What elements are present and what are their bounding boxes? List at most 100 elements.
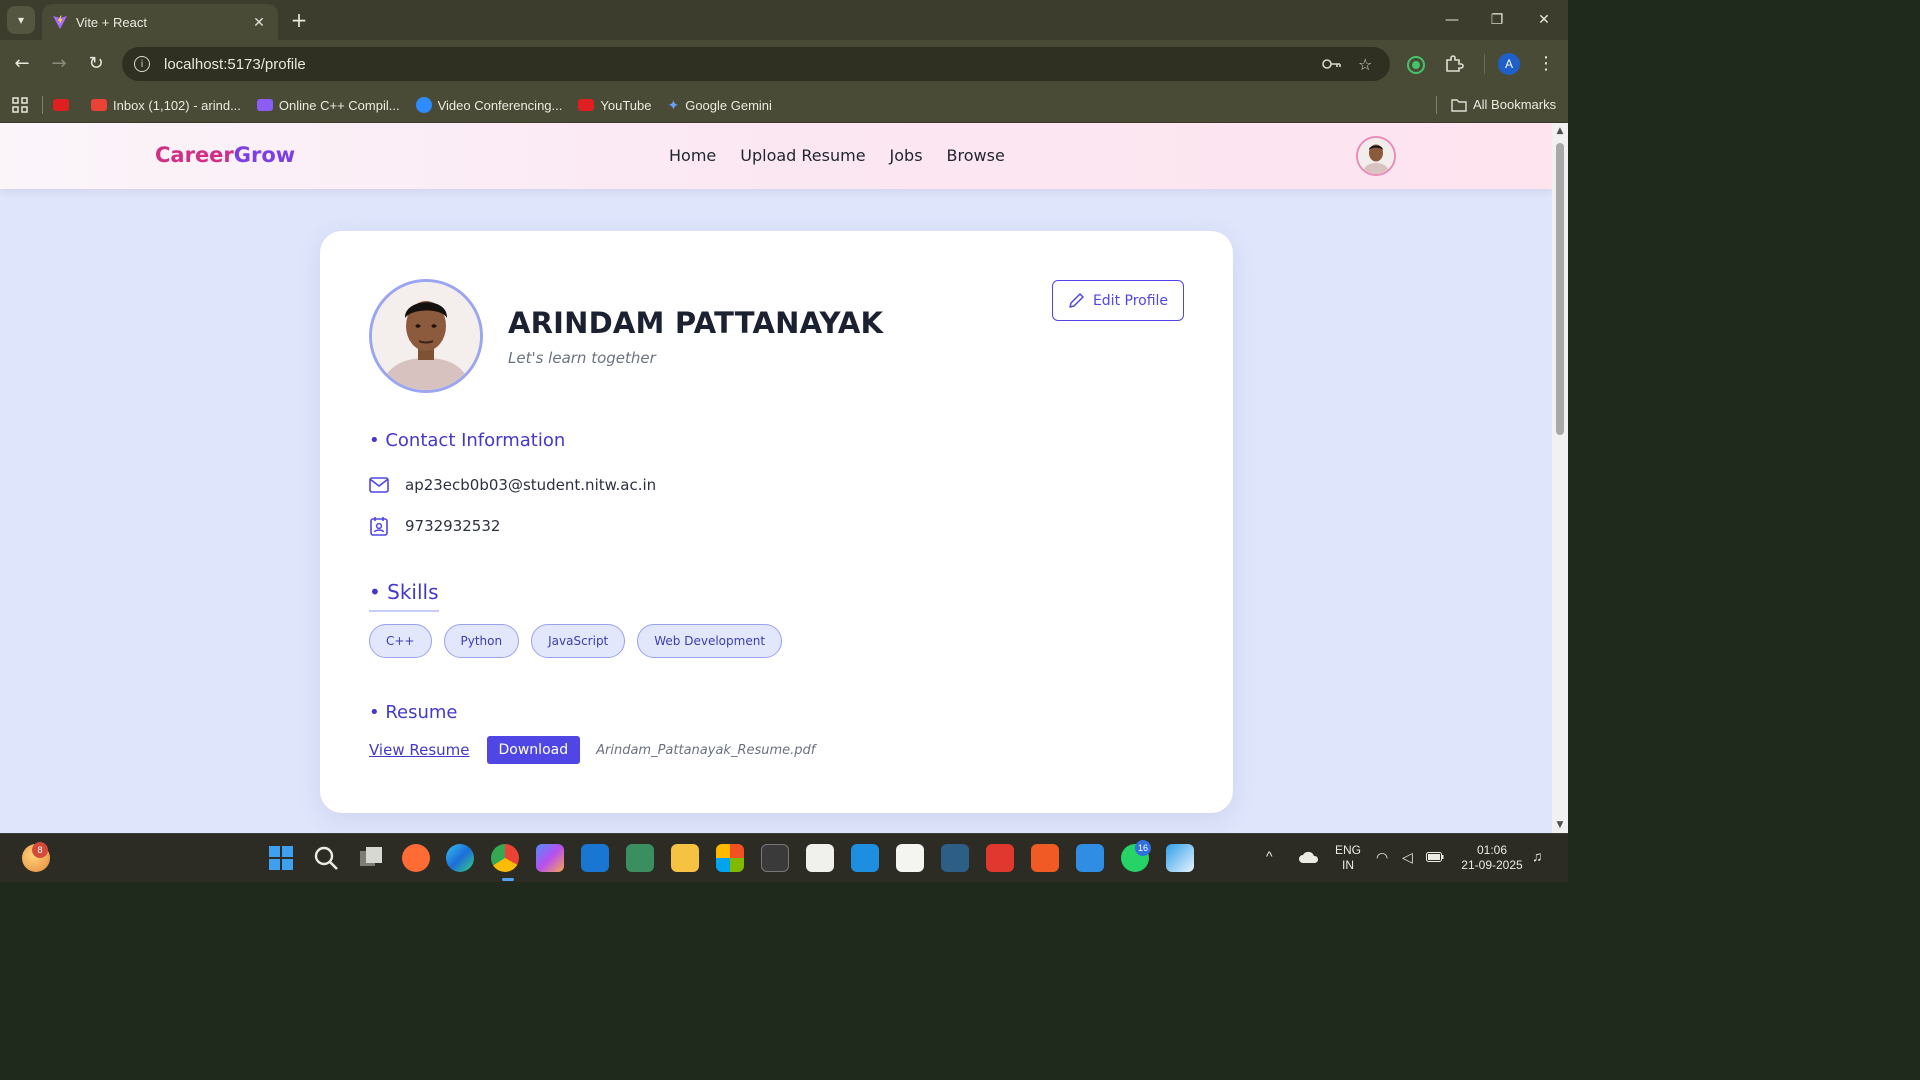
forward-arrow-icon[interactable]: →	[47, 52, 71, 76]
user-avatar[interactable]	[1356, 136, 1396, 176]
bookmark-label: Google Gemini	[685, 97, 772, 113]
youtube-icon	[578, 99, 595, 111]
youtube-icon	[53, 99, 69, 111]
clock[interactable]: 01:06 21-09-2025	[1456, 843, 1528, 873]
scroll-down-icon[interactable]: ▼	[1555, 820, 1565, 830]
nav-browse[interactable]: Browse	[947, 146, 1005, 165]
address-bar[interactable]: i localhost:5173/profile ☆	[122, 47, 1390, 81]
compiler-icon	[256, 99, 273, 111]
profile-card: ARINDAM PATTANAYAK Let's learn together …	[320, 231, 1233, 813]
more-menu-icon[interactable]: ⋮	[1534, 52, 1558, 76]
outlook-icon[interactable]	[581, 844, 609, 872]
page-scrollbar[interactable]: ▲ ▼	[1552, 123, 1568, 833]
app-icon-green[interactable]	[626, 844, 654, 872]
brand-part-grow: Grow	[233, 143, 296, 167]
bookmark-label: Video Conferencing...	[437, 97, 563, 113]
contact-card-icon	[369, 516, 389, 536]
gmail-icon	[91, 99, 107, 111]
apps-grid-icon[interactable]	[12, 97, 28, 113]
onedrive-cloud-icon[interactable]	[1298, 850, 1320, 864]
volume-icon[interactable]: ◁	[1402, 850, 1413, 865]
copilot-icon[interactable]	[536, 844, 564, 872]
browser-tab[interactable]: Vite + React ✕	[42, 4, 278, 40]
zoom-icon	[415, 97, 432, 113]
photos-icon[interactable]	[1166, 844, 1194, 872]
nav-upload-resume[interactable]: Upload Resume	[740, 146, 865, 165]
scroll-thumb[interactable]	[1556, 143, 1564, 435]
terminal-icon[interactable]	[761, 844, 789, 872]
restore-icon[interactable]: ❐	[1485, 8, 1509, 32]
brave-icon[interactable]	[1031, 844, 1059, 872]
skills-list: C++ Python JavaScript Web Development	[369, 624, 794, 658]
bookmark-zoom[interactable]: Video Conferencing...	[415, 97, 563, 113]
app-icon-red[interactable]	[986, 844, 1014, 872]
app-icon-orange[interactable]	[402, 844, 430, 872]
bookmark-gmail[interactable]: Inbox (1,102) - arind...	[91, 98, 241, 113]
phone-value: 9732932532	[405, 517, 501, 535]
edit-profile-button[interactable]: Edit Profile	[1052, 280, 1184, 321]
download-button[interactable]: Download	[486, 736, 581, 764]
phone-row: 9732932532	[369, 516, 500, 536]
active-app-indicator	[502, 878, 514, 881]
browser-toolbar: ← → ↻ i localhost:5173/profile ☆ A ⋮	[0, 40, 1568, 88]
page-viewport: CareerGrow Home Upload Resume Jobs Brows…	[0, 123, 1552, 833]
window-close-icon[interactable]: ✕	[1532, 8, 1556, 32]
contact-section-title: • Contact Information	[369, 430, 566, 451]
bookmark-youtube-shortcut[interactable]	[53, 99, 75, 111]
battery-icon[interactable]	[1426, 852, 1444, 862]
profile-avatar	[369, 279, 483, 393]
bookmark-online-compiler[interactable]: Online C++ Compil...	[256, 98, 400, 113]
reload-icon[interactable]: ↻	[84, 52, 108, 76]
extension-circle-icon[interactable]	[1406, 55, 1426, 75]
task-view-icon[interactable]	[357, 844, 385, 872]
notification-bell-icon[interactable]: ♫	[1532, 849, 1543, 864]
profile-avatar-button[interactable]: A	[1498, 53, 1520, 75]
windows-start-icon[interactable]	[267, 844, 295, 872]
all-bookmarks-button[interactable]: All Bookmarks	[1451, 97, 1556, 112]
notes-icon[interactable]	[1076, 844, 1104, 872]
tab-title: Vite + React	[76, 14, 147, 30]
mail-icon	[369, 475, 389, 495]
bookmark-youtube[interactable]: YouTube	[578, 98, 651, 113]
edge-icon[interactable]	[446, 844, 474, 872]
bookmark-gemini[interactable]: ✦ Google Gemini	[667, 97, 771, 114]
file-explorer-icon[interactable]	[671, 844, 699, 872]
search-icon[interactable]	[312, 844, 340, 872]
skill-chip: JavaScript	[531, 624, 626, 658]
skill-chip: C++	[369, 624, 432, 658]
vite-favicon-icon	[53, 15, 67, 29]
profile-bio: Let's learn together	[508, 349, 656, 367]
minimize-icon[interactable]: —	[1440, 8, 1464, 32]
back-arrow-icon[interactable]: ←	[10, 52, 34, 76]
bookmark-star-icon[interactable]: ☆	[1358, 47, 1372, 81]
mysql-icon[interactable]	[941, 844, 969, 872]
brand-logo[interactable]: CareerGrow	[155, 143, 295, 167]
chrome-icon[interactable]	[491, 844, 519, 872]
wifi-icon[interactable]: ◠	[1376, 850, 1388, 865]
site-info-icon[interactable]: i	[134, 56, 150, 72]
site-navbar: CareerGrow Home Upload Resume Jobs Brows…	[0, 123, 1552, 189]
extensions-puzzle-icon[interactable]	[1444, 54, 1464, 74]
view-resume-link[interactable]: View Resume	[369, 741, 470, 759]
nav-home[interactable]: Home	[669, 146, 716, 165]
url-text[interactable]: localhost:5173/profile	[164, 56, 306, 73]
tab-search-button[interactable]: ▾	[7, 6, 35, 34]
folder-icon	[1451, 98, 1467, 112]
password-key-icon[interactable]	[1322, 47, 1342, 81]
weather-badge: 8	[32, 842, 48, 858]
new-tab-button[interactable]: +	[288, 8, 310, 32]
chevron-up-icon[interactable]: ^	[1266, 849, 1273, 864]
profile-photo-icon	[372, 282, 480, 390]
toolbar-divider	[1484, 54, 1485, 74]
notepad-icon[interactable]	[896, 844, 924, 872]
resume-filename: Arindam_Pattanayak_Resume.pdf	[596, 742, 816, 758]
store-icon[interactable]	[716, 844, 744, 872]
scroll-up-icon[interactable]: ▲	[1555, 126, 1565, 136]
nav-jobs[interactable]: Jobs	[890, 146, 923, 165]
file-icon[interactable]	[806, 844, 834, 872]
vscode-icon[interactable]	[851, 844, 879, 872]
lang-line2: IN	[1342, 858, 1354, 872]
close-icon[interactable]: ✕	[250, 14, 268, 31]
bookmark-label: YouTube	[600, 97, 652, 113]
language-indicator[interactable]: ENG IN	[1332, 843, 1364, 873]
